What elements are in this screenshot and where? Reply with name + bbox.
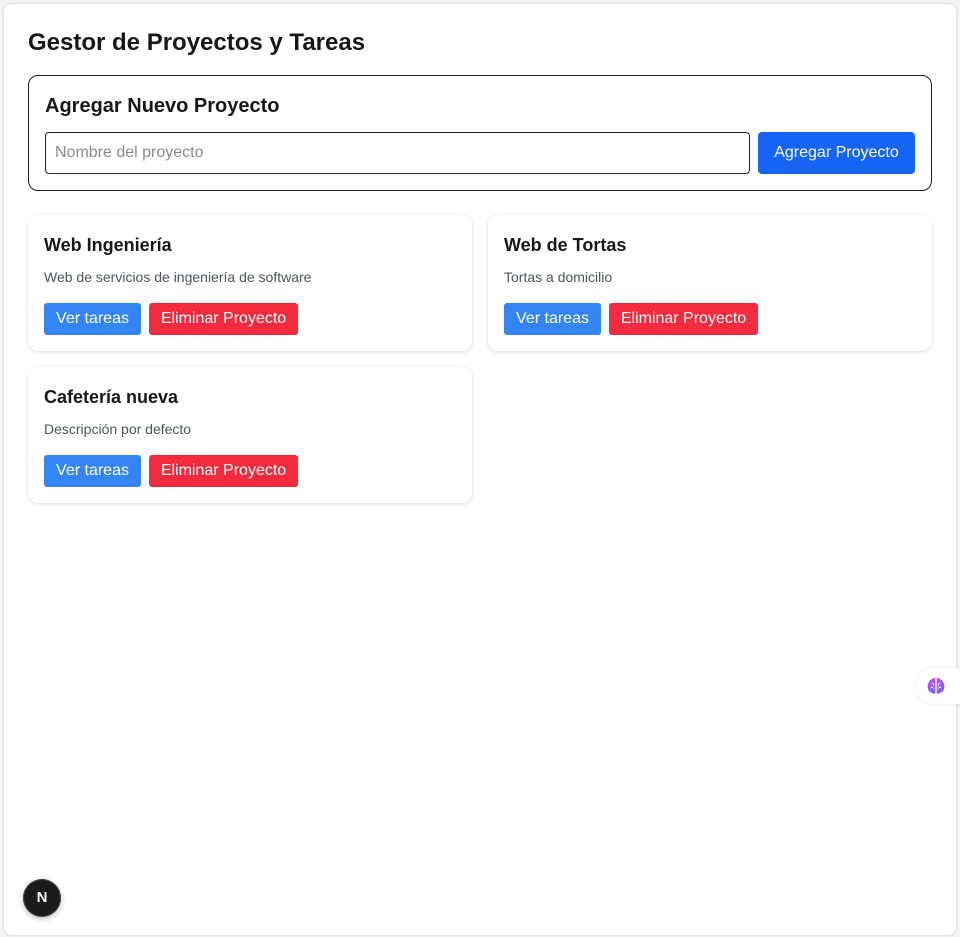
brain-icon	[927, 677, 945, 694]
delete-project-button[interactable]: Eliminar Proyecto	[149, 303, 298, 335]
project-title: Web Ingeniería	[44, 235, 172, 255]
nextjs-dev-badge[interactable]: N	[23, 879, 61, 917]
extension-floating-button[interactable]	[916, 668, 960, 704]
project-description: Descripción por defecto	[44, 421, 192, 437]
project-card: Cafetería nueva Descripción por defecto …	[28, 367, 472, 503]
add-project-title: Agregar Nuevo Proyecto	[45, 95, 280, 117]
view-tasks-button[interactable]: Ver tareas	[44, 303, 141, 335]
project-name-input[interactable]	[45, 132, 750, 174]
project-card: Web de Tortas Tortas a domicilio Ver tar…	[488, 215, 932, 351]
project-description: Tortas a domicilio	[504, 269, 613, 285]
add-project-button[interactable]: Agregar Proyecto	[758, 132, 915, 174]
delete-project-button[interactable]: Eliminar Proyecto	[149, 455, 298, 487]
page-title: Gestor de Proyectos y Tareas	[28, 29, 366, 56]
view-tasks-button[interactable]: Ver tareas	[44, 455, 141, 487]
delete-project-button[interactable]: Eliminar Proyecto	[609, 303, 758, 335]
add-project-panel: Agregar Nuevo Proyecto Agregar Proyecto	[28, 75, 932, 191]
view-tasks-button[interactable]: Ver tareas	[504, 303, 601, 335]
project-title: Web de Tortas	[504, 235, 627, 255]
project-card: Web Ingeniería Web de servicios de ingen…	[28, 215, 472, 351]
project-title: Cafetería nueva	[44, 387, 179, 407]
project-description: Web de servicios de ingeniería de softwa…	[44, 269, 312, 285]
